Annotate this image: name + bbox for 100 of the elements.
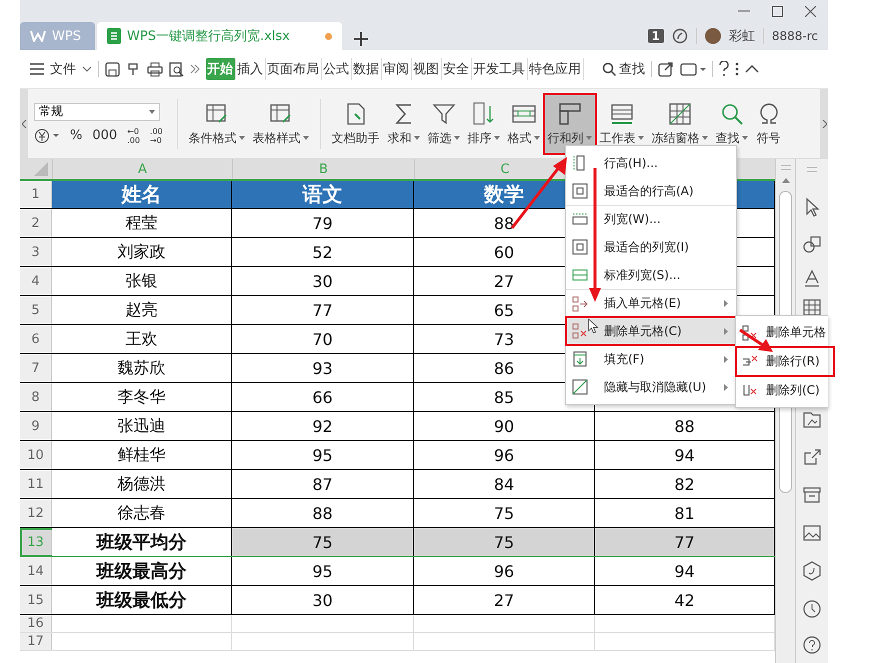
shapes-icon[interactable] (802, 234, 822, 254)
menu-item[interactable]: 填充(F) (566, 345, 736, 373)
table-cell: 84 (494, 474, 514, 494)
table-cell-text: 班级最高分 (96, 560, 186, 583)
ribbon-tab[interactable]: 安全 (442, 58, 472, 80)
search-button[interactable]: 查找 (602, 60, 645, 78)
delete-column-icon (742, 382, 758, 398)
row-number[interactable]: 6 (20, 325, 52, 353)
avatar-icon[interactable] (704, 28, 721, 44)
chevron-left-icon[interactable] (22, 120, 26, 128)
table-cell: 95 (312, 562, 333, 580)
row-number[interactable]: 2 (20, 209, 52, 237)
ribbon-tab[interactable]: 插入 (236, 58, 266, 80)
collapse-icon[interactable] (745, 65, 759, 73)
table-cell: 82 (674, 474, 695, 494)
row-number[interactable]: 12 (20, 499, 52, 527)
row-number[interactable]: 14 (20, 557, 52, 585)
table-cell: 81 (674, 504, 695, 522)
row-number[interactable]: 15 (20, 586, 52, 614)
scroll-up-icon[interactable] (782, 178, 790, 183)
more-options-icon[interactable] (735, 62, 739, 76)
ribbon-tab[interactable]: 公式 (322, 58, 352, 80)
menu-item[interactable]: 标准列宽(S)... (566, 261, 736, 289)
share-icon[interactable] (802, 447, 822, 467)
print-preview-icon[interactable] (169, 62, 184, 76)
ribbon-tab[interactable]: 数据 (352, 58, 382, 80)
ribbon-tab[interactable]: 审阅 (382, 58, 412, 80)
menu-item[interactable]: 删除单元格 (736, 318, 828, 347)
ribbon-tab[interactable]: 特色应用 (528, 58, 584, 80)
ribbon-tab[interactable]: 页面布局 (266, 58, 322, 80)
ribbon-button[interactable]: 表格样式 (250, 94, 312, 152)
document-tab[interactable]: WPS一键调整行高列宽.xlsx (97, 22, 342, 50)
number-format-button[interactable]: % (70, 128, 82, 143)
share-icon[interactable] (658, 61, 674, 77)
menu-icon[interactable] (30, 63, 44, 75)
file-menu[interactable]: 文件 (50, 60, 76, 78)
row-number[interactable]: 4 (20, 267, 52, 295)
fill-icon (572, 351, 588, 367)
row-number[interactable]: 9 (20, 412, 52, 440)
text-style-icon[interactable] (802, 269, 822, 289)
hexagon-icon[interactable] (802, 561, 822, 581)
menu-item[interactable]: 隐藏与取消隐藏(U) (566, 373, 736, 401)
ribbon-button[interactable]: 条件格式 (186, 94, 248, 152)
ribbon-button[interactable]: 求和 (384, 94, 423, 152)
ribbon-tab[interactable]: 视图 (412, 58, 442, 80)
row-number[interactable]: 5 (20, 296, 52, 324)
ribbon-button[interactable]: 文档助手 (328, 94, 383, 152)
row-number[interactable]: 16 (20, 615, 52, 632)
menu-item[interactable]: 删除列(C) (736, 376, 828, 405)
help-icon[interactable] (719, 61, 729, 77)
table-cell: 刘家政 (118, 242, 166, 262)
menu-item[interactable]: 删除行(R) (736, 347, 834, 376)
table-cell: 94 (674, 562, 695, 580)
table-cell: 75 (494, 504, 514, 522)
minimize-icon[interactable] (738, 10, 750, 12)
table-cell: 65 (494, 300, 514, 320)
ribbon-button[interactable]: 符号 (752, 94, 785, 152)
comment-icon[interactable] (680, 61, 706, 77)
decimal-button[interactable]: ←0 .00 (127, 126, 140, 144)
row-number[interactable]: 11 (20, 470, 52, 498)
delete-cells-icon (742, 324, 758, 340)
more-icon[interactable] (190, 64, 200, 74)
row-number[interactable]: 1 (20, 181, 52, 208)
currency-icon[interactable] (34, 128, 60, 144)
ribbon-button[interactable]: 行和列 (544, 94, 595, 152)
ribbon-button[interactable]: 筛选 (424, 94, 463, 152)
menu-item[interactable]: 列宽(W)... (566, 205, 736, 233)
print-icon[interactable] (147, 62, 163, 76)
chevron-right-icon[interactable] (822, 120, 826, 128)
menu-item[interactable]: 最适合的行高(A) (566, 177, 736, 205)
row-number[interactable]: 7 (20, 354, 52, 382)
menu-item[interactable]: 删除单元格(C) (566, 317, 736, 345)
archive-icon[interactable] (802, 485, 822, 505)
chevron-down-icon[interactable] (82, 66, 92, 72)
number-format-button[interactable]: 000 (92, 128, 118, 143)
table-icon[interactable] (802, 297, 822, 317)
maximize-icon[interactable] (772, 6, 783, 16)
ribbon-button[interactable]: 排序 (464, 94, 503, 152)
table-cell: 79 (312, 214, 333, 232)
user-name[interactable]: 彩虹 (728, 27, 755, 45)
number-format-dropdown[interactable]: 常规 (34, 102, 160, 120)
save-icon[interactable] (105, 62, 120, 76)
menu-item[interactable]: 最适合的列宽(I) (566, 233, 736, 261)
window-count-badge[interactable]: 1 (648, 29, 664, 43)
row-number[interactable]: 10 (20, 441, 52, 469)
row-number[interactable]: 17 (20, 633, 52, 650)
row-number[interactable]: 8 (20, 383, 52, 411)
table-cell: 70 (312, 330, 333, 348)
ribbon-tab[interactable]: 开发工具 (472, 58, 528, 80)
submenu-arrow-icon (724, 356, 728, 362)
close-icon[interactable] (805, 6, 816, 16)
image-icon[interactable] (802, 523, 822, 543)
sync-icon[interactable] (672, 28, 688, 44)
help-icon[interactable] (802, 635, 822, 655)
new-tab-icon[interactable] (354, 32, 368, 46)
table-cell: 94 (674, 446, 695, 464)
table-cell: 77 (674, 532, 695, 552)
decimal-button[interactable]: .00 →0 (150, 126, 163, 144)
clock-icon[interactable] (802, 599, 822, 619)
row-number[interactable]: 3 (20, 238, 52, 266)
